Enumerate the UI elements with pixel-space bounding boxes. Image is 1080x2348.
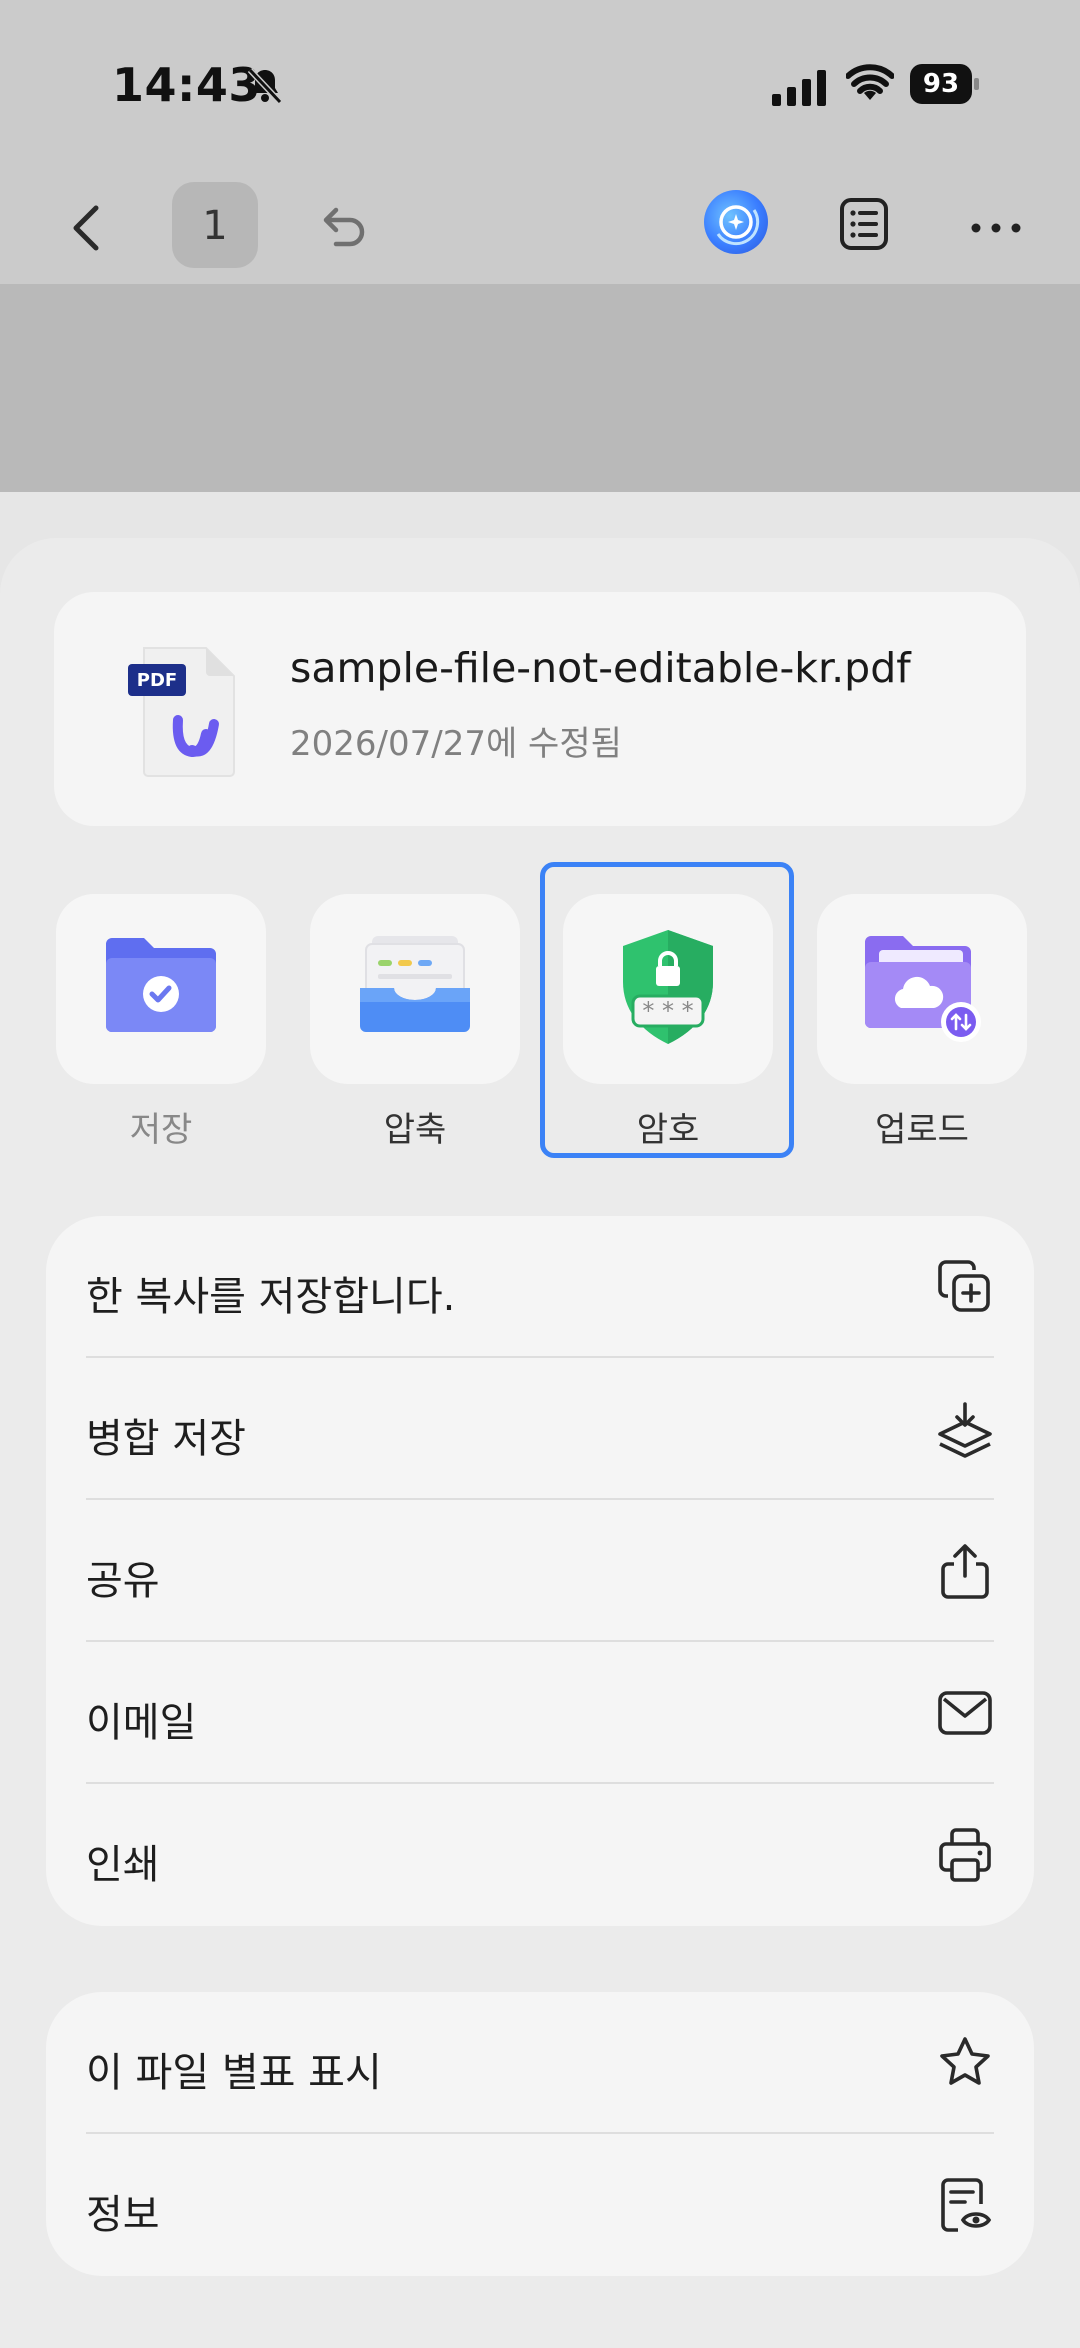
menu-item-label: 한 복사를 저장합니다. <box>86 1274 456 1320</box>
action-label: 업로드 <box>875 1110 969 1150</box>
pdf-badge: PDF <box>136 670 178 691</box>
file-actions-menu: 한 복사를 저장합니다. 병합 저장 공유 이메일 인쇄 <box>46 1216 1034 1926</box>
star-icon <box>940 2037 990 2085</box>
archive-tray-icon <box>360 936 470 1032</box>
share-icon <box>941 1544 989 1599</box>
list-icon[interactable] <box>836 196 892 252</box>
pdf-file-icon: PDF <box>128 644 240 778</box>
file-modified-date: 2026/07/27에 수정됨 <box>290 724 622 764</box>
document-preview-backdrop <box>0 284 1080 492</box>
action-tile[interactable] <box>310 894 520 1084</box>
layers-download-icon <box>938 1402 992 1458</box>
mail-icon <box>938 1691 992 1735</box>
selection-highlight <box>540 862 794 1158</box>
bell-slash-icon <box>247 67 283 105</box>
more-icon[interactable] <box>966 204 1026 252</box>
file-info-card: PDF sample-file-not-editable-kr.pdf 2026… <box>54 592 1026 826</box>
cloud-folder-icon <box>865 936 981 1042</box>
menu-item-label: 정보 <box>86 2192 160 2238</box>
action-tile[interactable] <box>56 894 266 1084</box>
battery-level: 93 <box>922 69 960 99</box>
copy-plus-icon <box>938 1260 990 1312</box>
menu-item-email[interactable]: 이메일 <box>86 1642 994 1784</box>
menu-item-label: 이메일 <box>86 1700 197 1746</box>
signal-icon <box>772 70 826 106</box>
menu-item-info[interactable]: 정보 <box>86 2134 994 2276</box>
menu-item-share[interactable]: 공유 <box>86 1500 994 1642</box>
action-label: 압축 <box>383 1110 447 1150</box>
menu-item-star-file[interactable]: 이 파일 별표 표시 <box>86 1992 994 2134</box>
chevron-left-icon[interactable] <box>60 200 116 256</box>
menu-item-print[interactable]: 인쇄 <box>86 1784 994 1926</box>
status-bar: 14:43 93 <box>0 0 1080 176</box>
file-name: sample-file-not-editable-kr.pdf <box>290 644 911 692</box>
ai-assistant-icon[interactable] <box>704 190 768 254</box>
file-extra-menu: 이 파일 별표 표시 정보 <box>46 1992 1034 2276</box>
folder-check-icon <box>106 938 216 1032</box>
undo-icon[interactable] <box>314 200 370 256</box>
menu-item-label: 병합 저장 <box>86 1416 246 1462</box>
action-tile[interactable] <box>817 894 1027 1084</box>
status-time: 14:43 <box>112 58 261 112</box>
menu-item-label: 공유 <box>86 1558 160 1604</box>
menu-item-label: 이 파일 별표 표시 <box>86 2050 382 2096</box>
action-label: 저장 <box>129 1110 193 1150</box>
page-number: 1 <box>202 203 228 249</box>
menu-item-save-copy[interactable]: 한 복사를 저장합니다. <box>86 1216 994 1358</box>
wifi-icon <box>846 64 894 100</box>
document-toolbar: 1 <box>0 176 1080 284</box>
document-eye-icon <box>941 2178 992 2232</box>
printer-icon <box>939 1828 991 1882</box>
menu-item-label: 인쇄 <box>86 1842 160 1888</box>
menu-item-merge-save[interactable]: 병합 저장 <box>86 1358 994 1500</box>
page-number-button[interactable]: 1 <box>172 182 258 268</box>
battery-icon: 93 <box>910 64 980 104</box>
